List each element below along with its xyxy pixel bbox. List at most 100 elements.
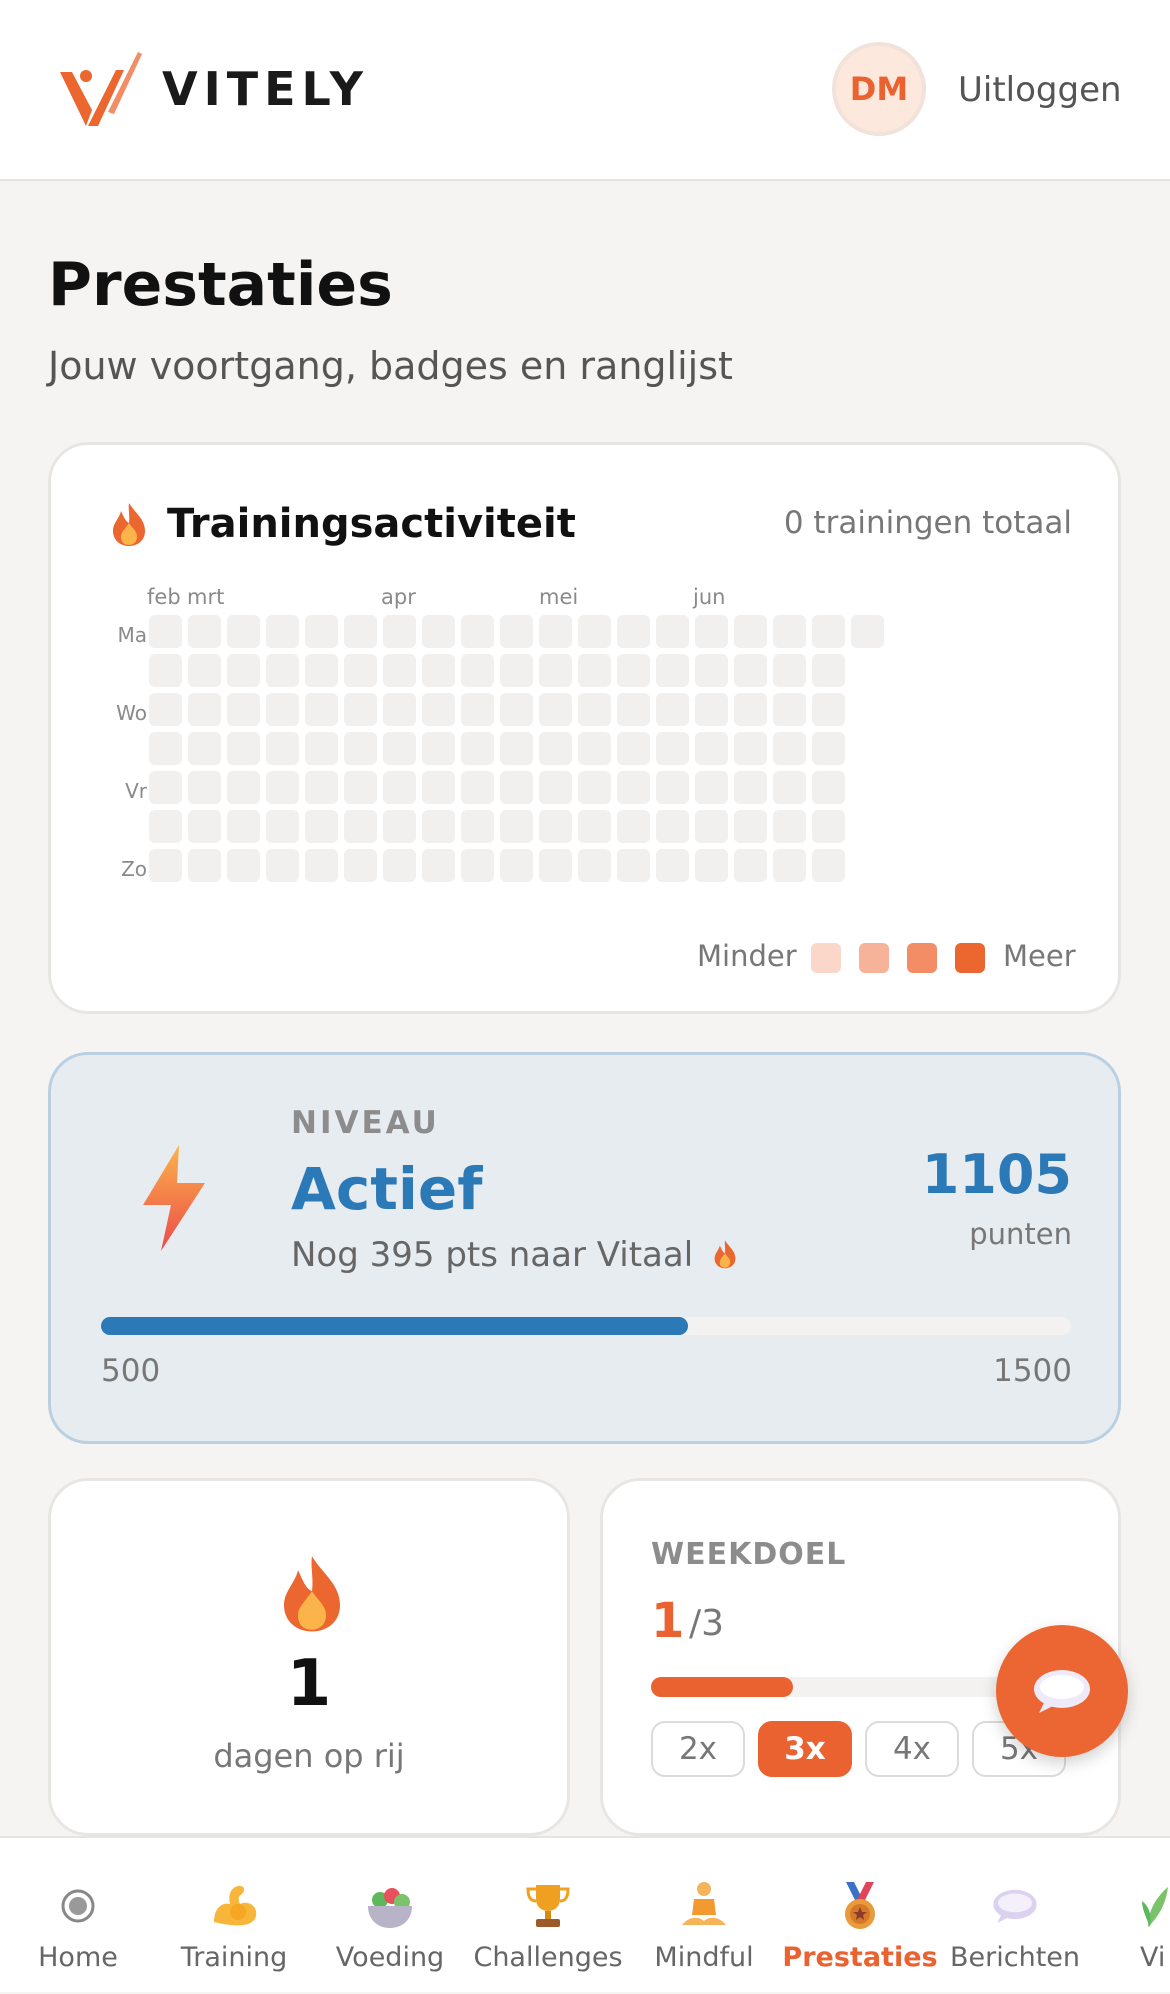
heatmap-cell [461,693,494,726]
app-header: VITELY DM Uitloggen [0,0,1170,181]
heatmap-cell [617,693,650,726]
month-label: mei [539,585,579,609]
legend-swatch [907,943,937,973]
heatmap-cell [812,849,845,882]
heatmap-cell [422,693,455,726]
heatmap-cell [656,732,689,765]
heatmap-cell [578,732,611,765]
heatmap-cell [305,849,338,882]
heatmap-cell [773,615,806,648]
heatmap-cell [461,615,494,648]
avatar-initials: DM [849,70,909,108]
heatmap-cell [539,810,572,843]
nav-item-challenges[interactable]: Challenges [470,1838,626,1994]
level-range-max: 1500 [993,1353,1072,1389]
heatmap-cell [266,849,299,882]
weekgoal-total: /3 [689,1603,725,1644]
heatmap-cell [227,615,260,648]
heatmap-cell [383,654,416,687]
nav-item-home[interactable]: Home [18,1838,138,1994]
trophy-icon [526,1878,570,1934]
month-label: apr [381,585,416,609]
nav-label: Challenges [473,1942,623,1973]
heatmap-cell [305,615,338,648]
nav-item-prestaties[interactable]: Prestaties [782,1838,938,1994]
bottom-nav: Home Training Voeding Challenges Mindful… [0,1836,1170,1992]
training-activity-card: Trainingsactiviteit 0 trainingen totaal … [48,442,1121,1014]
heatmap-cell [227,693,260,726]
page-title: Prestaties [48,250,393,320]
heatmap-cell [344,849,377,882]
heatmap-cell [266,615,299,648]
heatmap-cell [539,693,572,726]
weekgoal-option-4x[interactable]: 4x [865,1721,959,1777]
heatmap-cell [188,732,221,765]
heatmap-cell [344,693,377,726]
nav-item-mindful[interactable]: Mindful [644,1838,764,1994]
heatmap-cell [656,771,689,804]
nav-item-berichten[interactable]: Berichten [950,1838,1080,1994]
chat-fab-button[interactable] [996,1625,1128,1757]
heatmap-cell [188,615,221,648]
heatmap-cell [539,615,572,648]
home-icon [60,1878,96,1934]
heatmap-cell [812,810,845,843]
heatmap-cell [149,810,182,843]
heatmap-cell [734,849,767,882]
heatmap-cell [617,732,650,765]
nav-label: Voeding [335,1942,445,1973]
weekgoal-label: WEEKDOEL [651,1537,847,1572]
heatmap-cell [188,693,221,726]
heatmap-cell [539,849,572,882]
heatmap-cell [344,810,377,843]
heatmap-cell [617,771,650,804]
heatmap-cell [500,732,533,765]
level-next-text: Nog 395 pts naar Vitaal [291,1235,694,1275]
points-label: punten [969,1217,1072,1251]
heatmap-cell [539,771,572,804]
streak-card: 1 dagen op rij [48,1478,570,1836]
heatmap-cell [500,693,533,726]
logout-link[interactable]: Uitloggen [958,70,1122,110]
heatmap-cell [695,732,728,765]
activity-total: 0 trainingen totaal [783,505,1072,541]
heatmap-cell [773,771,806,804]
heatmap-cell [734,693,767,726]
heatmap-cell [344,732,377,765]
level-progress-fill [101,1317,688,1335]
streak-label: dagen op rij [213,1737,405,1775]
day-label: Wo [116,701,147,725]
nav-item-training[interactable]: Training [174,1838,294,1994]
heatmap-cell [656,810,689,843]
avatar[interactable]: DM [832,42,926,136]
heatmap-cell [812,732,845,765]
heatmap-cell [383,615,416,648]
heatmap-cell [617,615,650,648]
flexed-biceps-icon [208,1878,260,1934]
heatmap-cell [149,693,182,726]
weekgoal-option-3x[interactable]: 3x [758,1721,852,1777]
day-label: Vr [125,779,147,803]
heatmap-cell [656,615,689,648]
heatmap-cell [227,810,260,843]
heatmap-cell [149,615,182,648]
heatmap-cell [734,615,767,648]
heatmap-cell [305,771,338,804]
level-next: Nog 395 pts naar Vitaal [291,1235,738,1275]
nav-label: Home [38,1942,118,1973]
heatmap-cell [578,771,611,804]
month-label: mrt [187,585,225,609]
nav-item-voeding[interactable]: Voeding [327,1838,453,1994]
heatmap-cell [500,771,533,804]
heatmap-cell [734,732,767,765]
heatmap-cell [695,849,728,882]
weekgoal-option-2x[interactable]: 2x [651,1721,745,1777]
level-label: NIVEAU [291,1105,440,1141]
heatmap-cell [266,654,299,687]
nav-item-more[interactable]: Vi [1140,1838,1170,1994]
vitely-logo-icon[interactable] [58,50,142,130]
level-name: Actief [291,1155,483,1223]
heatmap-cell [422,810,455,843]
streak-value: 1 [286,1647,332,1721]
heatmap-cell [461,732,494,765]
